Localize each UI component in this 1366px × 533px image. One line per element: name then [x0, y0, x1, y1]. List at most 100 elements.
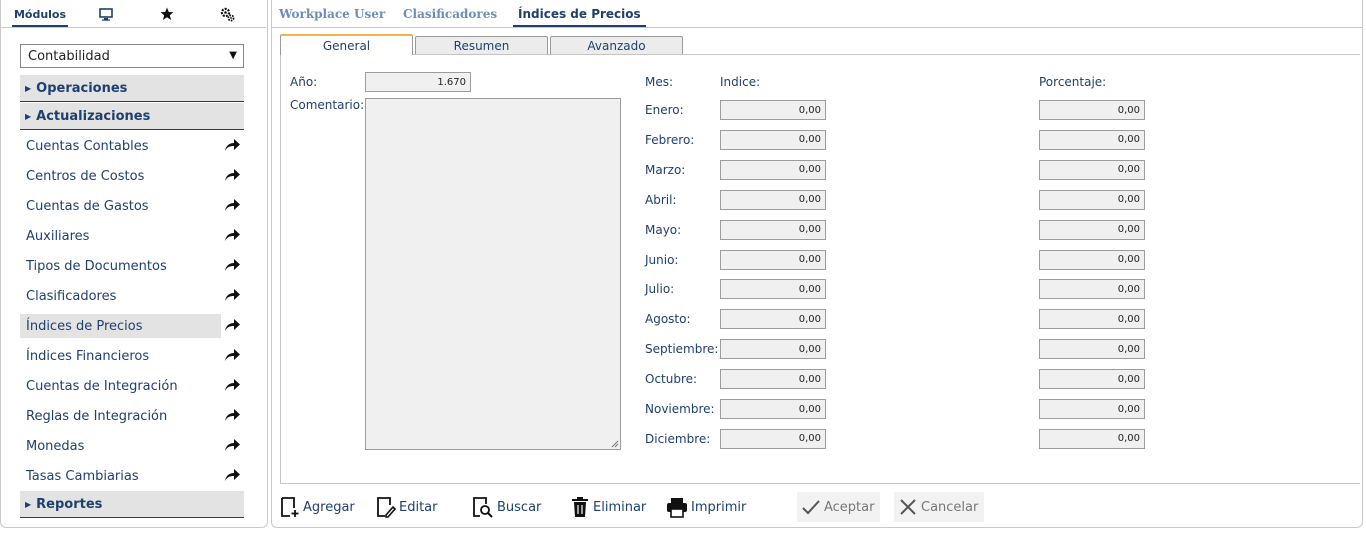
monitor-icon[interactable] — [94, 0, 118, 28]
subtab-avanzado[interactable]: Avanzado — [550, 36, 683, 54]
section-operaciones[interactable]: ▶ Operaciones — [20, 75, 244, 102]
print-button[interactable]: Imprimir — [666, 492, 746, 522]
add-button[interactable]: Agregar — [280, 492, 355, 522]
porcentaje-field[interactable]: 0,00 — [1039, 339, 1145, 360]
accept-button-label: Aceptar — [824, 499, 875, 515]
month-label: Marzo: — [645, 162, 686, 177]
indice-field[interactable]: 0,00 — [720, 309, 826, 330]
sidebar-menu-item[interactable]: Auxiliares — [20, 224, 221, 248]
workspace-tabs: Workplace User Clasificadores Índices de… — [271, 0, 1363, 28]
tab-indices-de-precios[interactable]: Índices de Precios — [513, 0, 646, 28]
sidebar-menu-item[interactable]: Cuentas de Integración — [20, 374, 221, 398]
edit-document-icon — [377, 497, 396, 518]
sidebar-menu-item[interactable]: Índices Financieros — [20, 344, 221, 368]
sidebar-menu-item[interactable]: Cuentas de Gastos — [20, 194, 221, 218]
module-select-value: Contabilidad — [28, 48, 110, 64]
share-arrow-icon[interactable] — [223, 318, 241, 332]
indice-field[interactable]: 0,00 — [720, 100, 826, 120]
comentario-textarea[interactable] — [365, 98, 621, 450]
sidebar-menu-item[interactable]: Reglas de Integración — [20, 404, 221, 428]
indice-field[interactable]: 0,00 — [720, 189, 826, 210]
indice-field[interactable]: 0,00 — [720, 129, 826, 150]
caret-right-icon: ▶ — [25, 111, 32, 121]
section-reportes[interactable]: ▶ Reportes — [20, 491, 244, 518]
dropdown-arrow-icon: ▼ — [229, 50, 237, 61]
indice-field[interactable]: 0,00 — [720, 369, 826, 390]
cancel-button[interactable]: Cancelar — [894, 492, 985, 522]
share-arrow-icon[interactable] — [223, 198, 241, 212]
edit-button-label: Editar — [399, 499, 438, 515]
section-label: Reportes — [36, 496, 103, 512]
share-arrow-icon[interactable] — [223, 138, 241, 152]
indice-field[interactable]: 0,00 — [720, 219, 826, 240]
edit-button[interactable]: Editar — [376, 492, 438, 522]
subtab-resumen[interactable]: Resumen — [415, 36, 548, 54]
share-arrow-icon[interactable] — [223, 168, 241, 182]
tab-workplace-user[interactable]: Workplace User — [279, 0, 385, 28]
share-arrow-icon[interactable] — [223, 258, 241, 272]
section-label: Operaciones — [36, 80, 128, 96]
sidebar-menu-item[interactable]: Tasas Cambiarias — [20, 464, 221, 488]
porcentaje-field[interactable]: 0,00 — [1039, 129, 1145, 150]
close-icon — [900, 499, 916, 515]
indice-field[interactable]: 0,00 — [720, 159, 826, 180]
porcentaje-field[interactable]: 0,00 — [1039, 309, 1145, 330]
subtab-general[interactable]: General — [280, 34, 413, 55]
left-panel-tabs: Módulos — [0, 0, 266, 28]
section-label: Actualizaciones — [36, 108, 151, 124]
section-actualizaciones[interactable]: ▶ Actualizaciones — [20, 103, 244, 130]
indice-field[interactable]: 0,00 — [720, 249, 826, 270]
cancel-button-label: Cancelar — [921, 499, 979, 515]
share-arrow-icon[interactable] — [223, 438, 241, 452]
resize-grip-icon[interactable] — [610, 439, 619, 448]
indice-field[interactable]: 0,00 — [720, 279, 826, 300]
share-arrow-icon[interactable] — [223, 468, 241, 482]
porcentaje-field[interactable]: 0,00 — [1039, 219, 1145, 240]
share-arrow-icon[interactable] — [223, 228, 241, 242]
gears-icon[interactable] — [215, 0, 239, 28]
add-button-label: Agregar — [303, 499, 355, 515]
sidebar-menu-item[interactable]: Centros de Costos — [20, 164, 221, 188]
porcentaje-field[interactable]: 0,00 — [1039, 189, 1145, 210]
month-label: Septiembre: — [645, 342, 719, 357]
month-label: Febrero: — [645, 132, 695, 147]
indice-field[interactable]: 0,00 — [720, 428, 826, 449]
month-label: Enero: — [645, 103, 684, 117]
delete-button-label: Eliminar — [593, 499, 647, 515]
month-label: Mayo: — [645, 222, 682, 237]
share-arrow-icon[interactable] — [223, 348, 241, 362]
porcentaje-field[interactable]: 0,00 — [1039, 399, 1145, 419]
search-button[interactable]: Buscar — [472, 492, 541, 522]
porcentaje-field[interactable]: 0,00 — [1039, 369, 1145, 390]
indice-header: Indice: — [720, 75, 761, 89]
sidebar-menu-item[interactable]: Tipos de Documentos — [20, 254, 221, 278]
module-select[interactable]: Contabilidad ▼ — [20, 44, 244, 68]
trash-icon — [572, 497, 588, 517]
accept-button[interactable]: Aceptar — [797, 492, 881, 522]
month-label: Julio: — [645, 282, 675, 297]
share-arrow-icon[interactable] — [223, 408, 241, 422]
search-document-icon — [473, 497, 493, 518]
porcentaje-field[interactable]: 0,00 — [1039, 100, 1145, 120]
anio-field[interactable]: 1.670 — [365, 72, 471, 92]
sidebar-menu-item[interactable]: Clasificadores — [20, 284, 221, 308]
indice-field[interactable]: 0,00 — [720, 399, 826, 419]
delete-button[interactable]: Eliminar — [570, 492, 646, 522]
indice-field[interactable]: 0,00 — [720, 339, 826, 360]
tab-clasificadores[interactable]: Clasificadores — [403, 0, 497, 28]
share-arrow-icon[interactable] — [223, 288, 241, 302]
print-button-label: Imprimir — [691, 499, 747, 515]
sidebar-menu-item[interactable]: Cuentas Contables — [20, 134, 221, 158]
porcentaje-field[interactable]: 0,00 — [1039, 249, 1145, 270]
porcentaje-field[interactable]: 0,00 — [1039, 159, 1145, 180]
star-icon[interactable] — [155, 0, 179, 28]
sidebar-menu-item[interactable]: Índices de Precios — [20, 314, 221, 338]
search-button-label: Buscar — [497, 499, 542, 515]
tab-modules[interactable]: Módulos — [8, 0, 72, 28]
porcentaje-field[interactable]: 0,00 — [1039, 428, 1145, 449]
porcentaje-field[interactable]: 0,00 — [1039, 279, 1145, 300]
month-label: Octubre: — [645, 372, 698, 387]
share-arrow-icon[interactable] — [223, 378, 241, 392]
anio-label: Año: — [290, 75, 318, 89]
sidebar-menu-item[interactable]: Monedas — [20, 434, 221, 458]
